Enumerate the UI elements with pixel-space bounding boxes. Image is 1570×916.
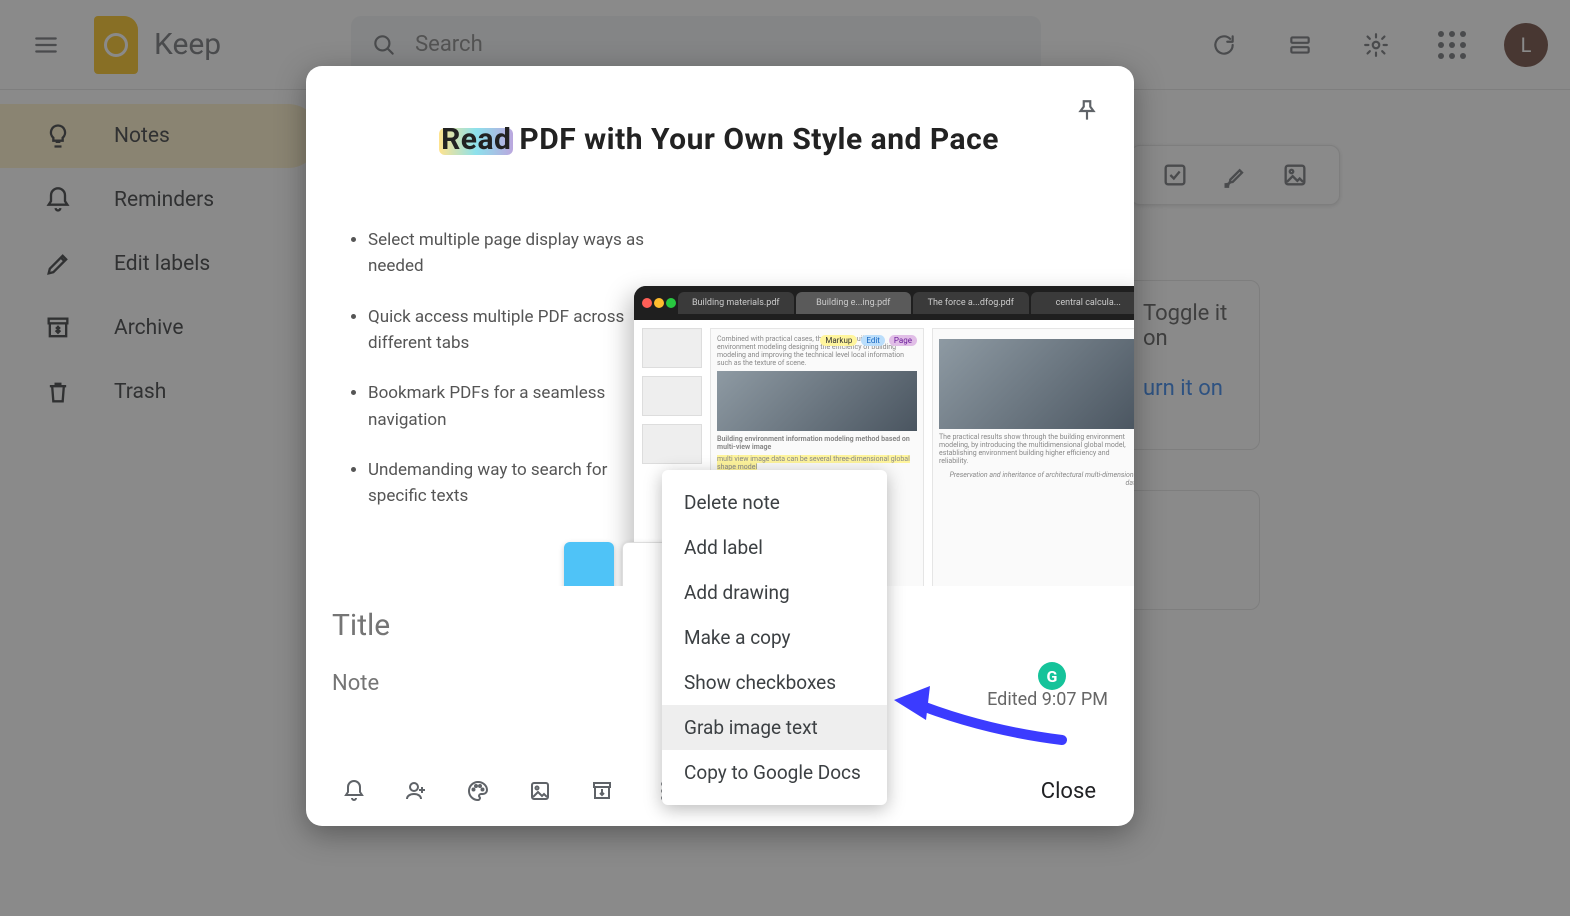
promo-bullet: Select multiple page display ways as nee…: [368, 227, 652, 280]
mock-tab: The force a...dfog.pdf: [913, 292, 1029, 314]
promo-bullet: Bookmark PDFs for a seamless navigation: [368, 380, 652, 433]
menu-grab-image-text[interactable]: Grab image text: [662, 705, 887, 750]
add-image-button[interactable]: [514, 769, 566, 813]
promo-title-rest: PDF with Your Own Style and Pace: [511, 122, 998, 157]
mock-badge: Edit: [861, 335, 885, 346]
close-button[interactable]: Close: [1025, 769, 1112, 814]
mock-tab: Building materials.pdf: [678, 292, 794, 314]
promo-bullets: Select multiple page display ways as nee…: [342, 227, 652, 510]
menu-add-label[interactable]: Add label: [662, 525, 887, 570]
promo-bullet: Undemanding way to search for specific t…: [368, 457, 652, 510]
mock-badge: Page: [889, 335, 917, 346]
promo-title: Read PDF with Your Own Style and Pace: [342, 122, 1098, 157]
image-icon: [528, 779, 552, 803]
menu-show-checkboxes[interactable]: Show checkboxes: [662, 660, 887, 705]
menu-make-a-copy[interactable]: Make a copy: [662, 615, 887, 660]
background-options-button[interactable]: [452, 769, 504, 813]
promo-bullet: Quick access multiple PDF across differe…: [368, 304, 652, 357]
menu-add-drawing[interactable]: Add drawing: [662, 570, 887, 615]
mock-tab: Building e...ing.pdf: [796, 292, 912, 314]
mock-snippet-title: Building environment information modelin…: [717, 435, 910, 451]
archive-icon: [590, 779, 614, 803]
palette-icon: [466, 779, 490, 803]
bell-plus-icon: [342, 779, 366, 803]
remind-me-button[interactable]: [328, 769, 380, 813]
person-add-icon: [404, 779, 428, 803]
archive-button[interactable]: [576, 769, 628, 813]
grammarly-badge-icon[interactable]: G: [1038, 662, 1066, 690]
more-context-menu: Delete note Add label Add drawing Make a…: [662, 470, 887, 805]
mock-right-snippet: Preservation and inheritance of architec…: [939, 471, 1134, 487]
menu-copy-to-google-docs[interactable]: Copy to Google Docs: [662, 750, 887, 795]
menu-delete-note[interactable]: Delete note: [662, 480, 887, 525]
collaborator-button[interactable]: [390, 769, 442, 813]
promo-title-highlight: Read: [441, 122, 511, 157]
mock-badge: Markup: [820, 335, 857, 346]
mock-tab: central calcula...: [1031, 292, 1135, 314]
edited-timestamp: Edited 9:07 PM: [987, 689, 1108, 710]
